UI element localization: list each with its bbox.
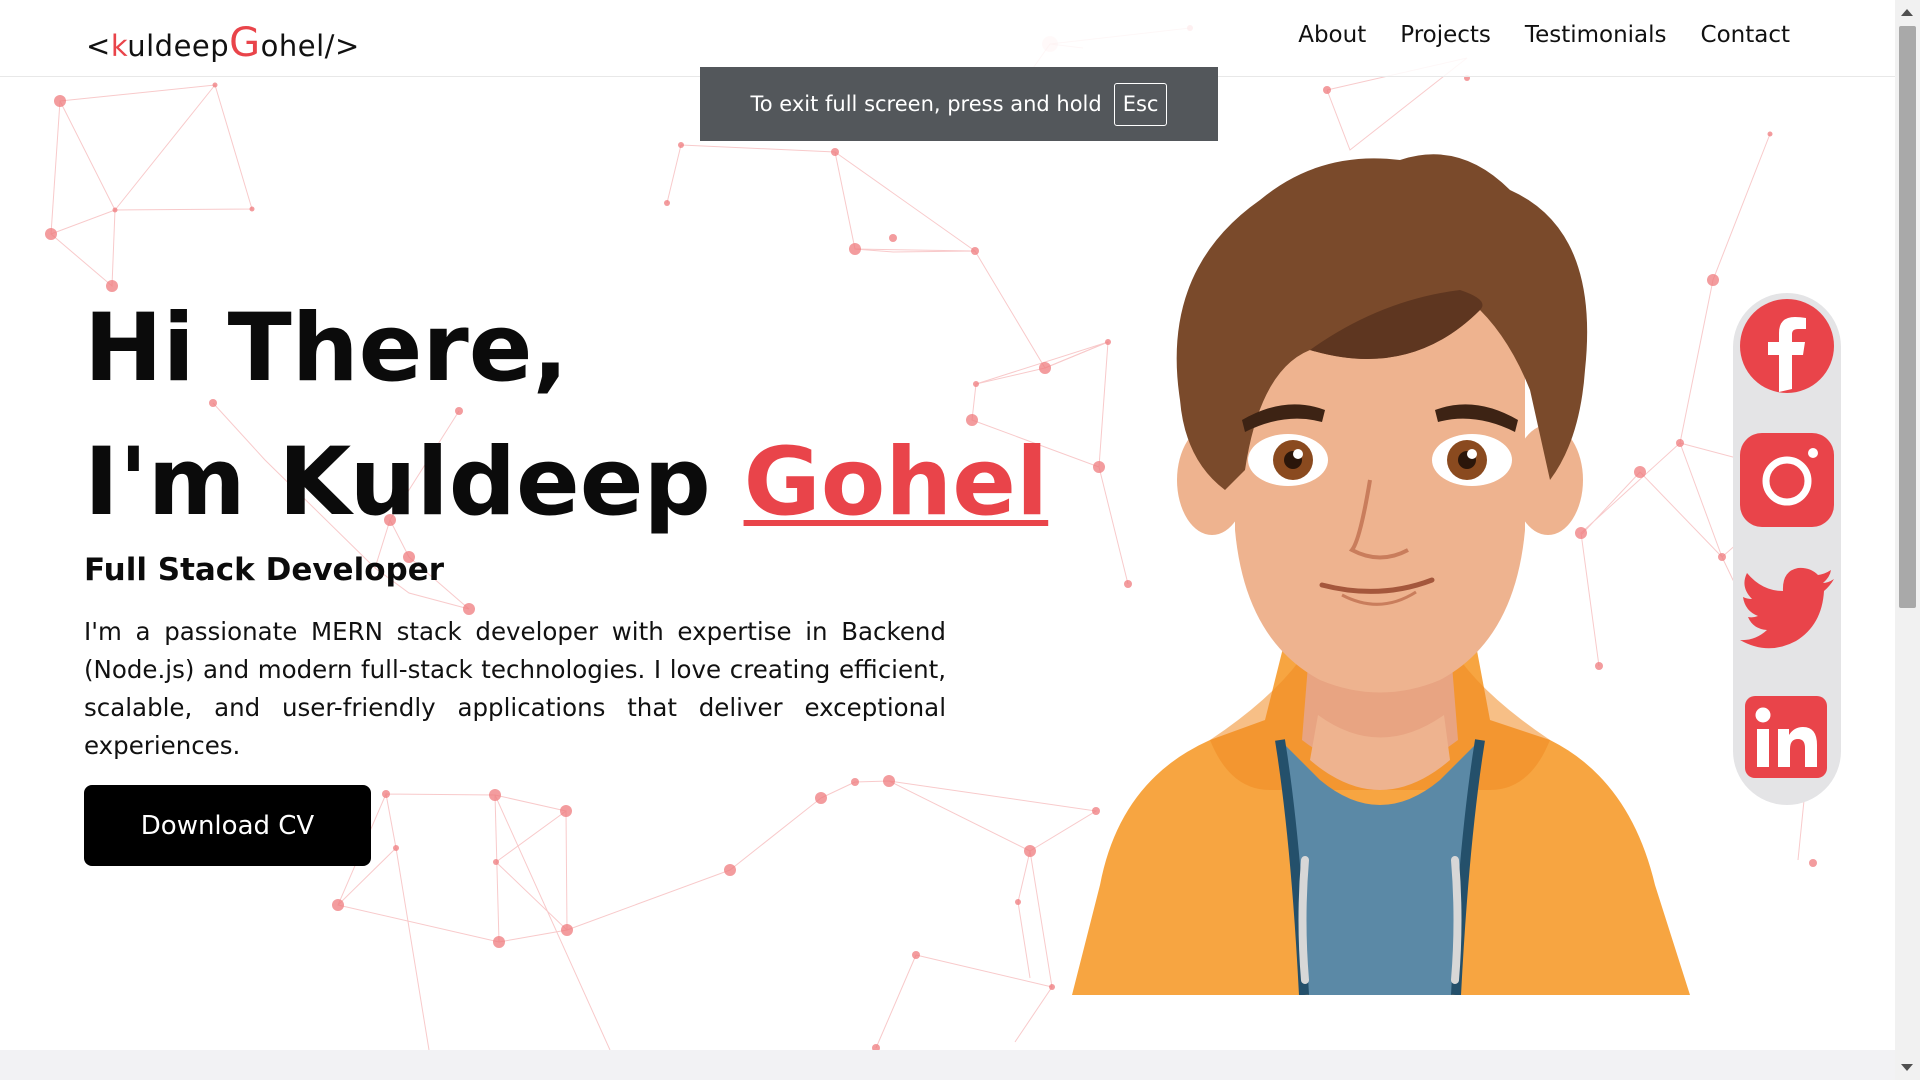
hero-bio: I'm a passionate MERN stack developer wi…	[84, 617, 946, 760]
main-nav: About Projects Testimonials Contact	[1298, 22, 1790, 48]
download-cv-button[interactable]: Download CV	[84, 785, 371, 866]
nav-projects[interactable]: Projects	[1400, 22, 1491, 48]
linkedin-icon[interactable]	[1740, 693, 1834, 787]
hero-name-line: I'm Kuldeep Gohel	[84, 416, 1048, 550]
fullscreen-exit-toast: To exit full screen, press and hold Esc	[700, 67, 1218, 141]
hero-title: Hi There, I'm Kuldeep Gohel	[84, 282, 1048, 550]
hero-name-prefix: I'm Kuldeep	[84, 428, 744, 537]
social-sidebar	[1733, 293, 1841, 805]
twitter-icon[interactable]	[1740, 561, 1834, 655]
site-logo[interactable]: <kuldeepGohel/>	[86, 20, 360, 66]
logo-open: <	[86, 29, 111, 63]
logo-ohel: ohel/>	[260, 29, 360, 63]
nav-contact[interactable]: Contact	[1701, 22, 1790, 48]
hero-role: Full Stack Developer	[84, 552, 445, 588]
fullscreen-toast-text: To exit full screen, press and hold	[750, 92, 1102, 116]
site-header: <kuldeepGohel/> About Projects Testimoni…	[0, 0, 1895, 77]
scroll-up-arrow-icon[interactable]	[1901, 9, 1913, 16]
logo-k: k	[110, 29, 128, 63]
next-section-edge	[0, 1050, 1895, 1080]
nav-testimonials[interactable]: Testimonials	[1525, 22, 1667, 48]
hero-name-highlight: Gohel	[743, 428, 1049, 537]
facebook-icon[interactable]	[1740, 299, 1834, 393]
logo-g: G	[229, 20, 261, 66]
esc-key-badge: Esc	[1113, 82, 1168, 126]
scrollbar-thumb[interactable]	[1899, 26, 1916, 608]
page-scrollbar[interactable]	[1895, 0, 1920, 1080]
scroll-down-arrow-icon[interactable]	[1901, 1064, 1913, 1071]
hero-greeting: Hi There,	[84, 294, 569, 403]
nav-about[interactable]: About	[1298, 22, 1366, 48]
logo-uldeep: uldeep	[127, 29, 230, 63]
avatar-illustration	[1072, 154, 1690, 995]
instagram-icon[interactable]	[1740, 433, 1834, 527]
